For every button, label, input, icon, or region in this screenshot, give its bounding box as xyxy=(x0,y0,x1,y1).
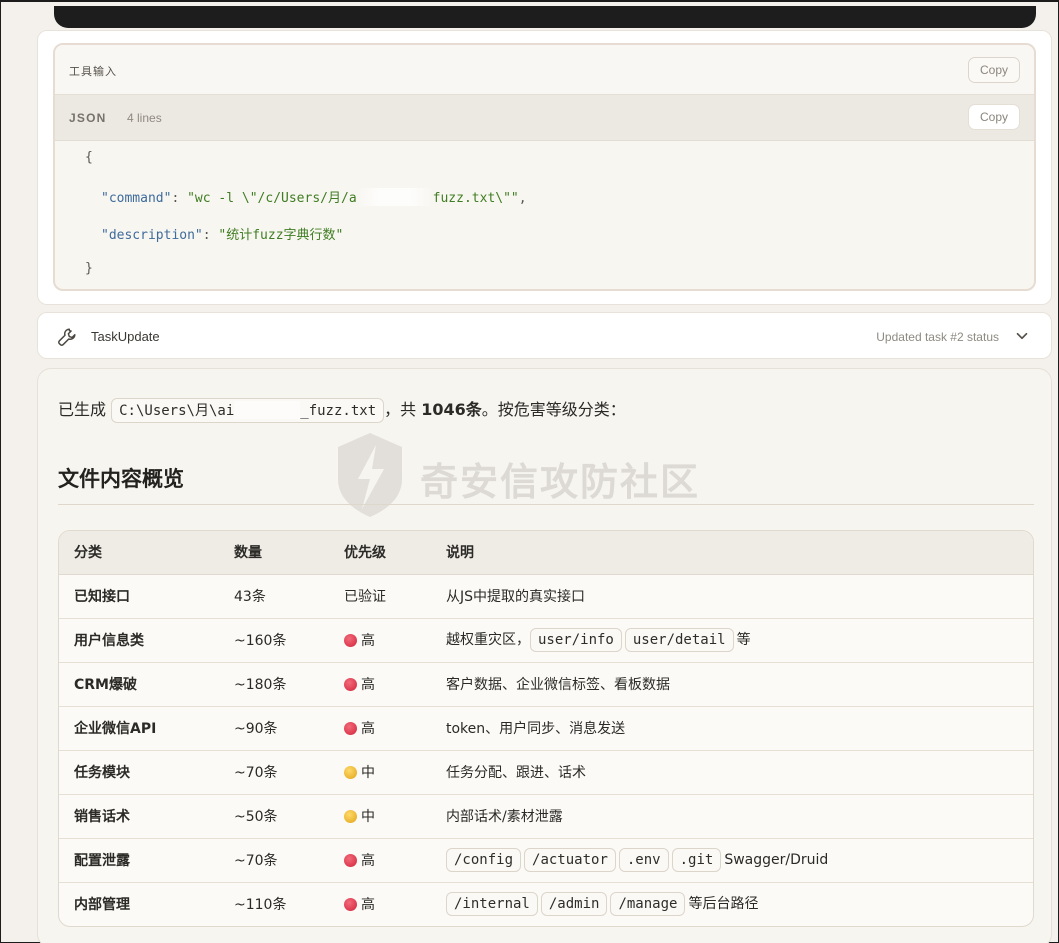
row-description: /config/actuator .env .git Swagger/Druid xyxy=(431,838,1033,883)
row-priority: 高 xyxy=(329,838,431,883)
heading-divider xyxy=(58,504,1034,505)
file-path-code: C:\Users\月\ai _fuzz.txt xyxy=(111,398,385,423)
row-count: ~70条 xyxy=(219,838,329,883)
row-category: 企业微信API xyxy=(59,706,219,751)
table-row: 已知接口 43条 已验证 从JS中提取的真实接口 xyxy=(59,574,1033,619)
inline-code: user/info xyxy=(530,628,622,652)
row-priority: 中 xyxy=(329,750,431,795)
row-description: /internal/admin/manage 等后台路径 xyxy=(431,882,1033,926)
high-priority-dot-icon xyxy=(344,854,357,867)
json-copy-button[interactable]: Copy xyxy=(967,104,1020,130)
code-line-command: "command": "wc -l \"/c/Users/月/a fuzz.txt… xyxy=(101,187,527,206)
inline-code: user/detail xyxy=(624,628,734,652)
high-priority-dot-icon xyxy=(344,634,357,647)
row-count: ~160条 xyxy=(219,618,329,663)
redacted-patch xyxy=(234,401,301,419)
high-priority-dot-icon xyxy=(344,898,357,912)
watermark: 奇安信攻防社区 xyxy=(330,429,750,519)
header-category: 分类 xyxy=(59,531,219,575)
inline-code: .env xyxy=(618,848,669,872)
tool-input-card: 工具输入 Copy JSON 4 lines Copy { "command":… xyxy=(37,30,1052,305)
task-update-name: TaskUpdate xyxy=(91,329,160,344)
inline-code: /actuator xyxy=(524,848,616,872)
inline-code: /manage xyxy=(610,892,686,917)
wrench-icon xyxy=(58,328,76,346)
watermark-text: 奇安信攻防社区 xyxy=(420,460,701,504)
row-description: token、用户同步、消息发送 xyxy=(431,706,1033,751)
tool-input-title: 工具输入 xyxy=(69,66,117,78)
row-count: ~180条 xyxy=(219,662,329,707)
medium-priority-dot-icon xyxy=(344,810,357,823)
task-update-row[interactable]: TaskUpdate Updated task #2 status xyxy=(37,312,1052,359)
previous-code-block-edge xyxy=(54,6,1036,28)
inline-code: /internal xyxy=(446,892,538,917)
redacted-patch xyxy=(356,188,433,206)
header-description: 说明 xyxy=(431,531,1033,575)
row-description: 客户数据、企业微信标签、看板数据 xyxy=(431,662,1033,707)
table-row: 用户信息类 ~160条 高 越权重灾区， user/info user/detail… xyxy=(59,618,1033,663)
header-priority: 优先级 xyxy=(329,531,431,575)
row-priority: 高 xyxy=(329,706,431,751)
json-line-count: 4 lines xyxy=(127,111,162,125)
row-category: CRM爆破 xyxy=(59,662,219,707)
high-priority-dot-icon xyxy=(344,722,357,735)
medium-priority-dot-icon xyxy=(344,766,357,779)
response-intro: 已生成 C:\Users\月\ai _fuzz.txt ，共 1046条。按危害等级… xyxy=(58,396,626,423)
high-priority-dot-icon xyxy=(344,678,357,691)
row-category: 内部管理 xyxy=(74,897,130,914)
table-header-row: 分类 数量 优先级 说明 xyxy=(59,531,1033,575)
chevron-down-icon[interactable] xyxy=(1013,327,1031,345)
table-row: 任务模块 ~70条 中 任务分配、跟进、话术 xyxy=(59,750,1033,795)
header-count: 数量 xyxy=(219,531,329,575)
row-count: ~110条 xyxy=(234,897,287,914)
task-update-status: Updated task #2 status xyxy=(876,330,999,344)
inline-code: .git xyxy=(671,848,722,872)
watermark-logo-icon xyxy=(338,433,402,517)
table-row: CRM爆破 ~180条 高 客户数据、企业微信标签、看板数据 xyxy=(59,662,1033,707)
inline-code: /admin xyxy=(540,892,608,917)
tool-input-panel: 工具输入 Copy JSON 4 lines Copy { "command":… xyxy=(53,43,1036,291)
tool-input-header: 工具输入 Copy xyxy=(55,45,1034,95)
row-category: 用户信息类 xyxy=(59,618,219,663)
code-line-close: } xyxy=(85,261,93,276)
code-line-description: "description": "统计fuzz字典行数" xyxy=(101,228,344,243)
row-description: 任务分配、跟进、话术 xyxy=(431,750,1033,795)
entry-count: 1046条 xyxy=(421,400,482,419)
row-priority: 高 xyxy=(329,618,431,663)
row-priority: 高 xyxy=(329,882,431,926)
table-row: 配置泄露 ~70条 高 /config/actuator .env .git Swag… xyxy=(59,838,1033,883)
tool-input-copy-button[interactable]: Copy xyxy=(967,57,1020,83)
code-line-open: { xyxy=(85,150,93,165)
json-lang-label: JSON xyxy=(69,111,107,125)
row-description: 越权重灾区， user/info user/detail 等 xyxy=(431,618,1033,663)
row-description: 从JS中提取的真实接口 xyxy=(431,574,1033,619)
table-row: 企业微信API ~90条 高 token、用户同步、消息发送 xyxy=(59,706,1033,751)
row-priority: 中 xyxy=(329,794,431,839)
inline-code: /config xyxy=(446,848,522,872)
row-category: 已知接口 xyxy=(59,574,219,619)
row-count: ~50条 xyxy=(219,794,329,839)
row-count: ~70条 xyxy=(219,750,329,795)
row-description: 内部话术/素材泄露 xyxy=(431,794,1033,839)
json-block-header: JSON 4 lines Copy xyxy=(55,95,1034,141)
row-count: 43条 xyxy=(219,574,329,619)
assistant-response: 已生成 C:\Users\月\ai _fuzz.txt ，共 1046条。按危害等级… xyxy=(37,368,1052,943)
row-priority: 已验证 xyxy=(329,574,431,619)
table-row: 销售话术 ~50条 中 内部话术/素材泄露 xyxy=(59,794,1033,839)
row-category: 销售话术 xyxy=(59,794,219,839)
row-priority: 高 xyxy=(329,662,431,707)
row-count: ~90条 xyxy=(219,706,329,751)
section-heading: 文件内容概览 xyxy=(58,467,184,491)
row-category: 配置泄露 xyxy=(59,838,219,883)
table-row: 内部管理 ~110条 高 /internal/admin/manage 等后台路径 xyxy=(59,882,1033,926)
overview-table: 分类 数量 优先级 说明 已知接口 43条 已验证 从JS中提取的真实接口 用户… xyxy=(58,530,1034,927)
row-category: 任务模块 xyxy=(59,750,219,795)
